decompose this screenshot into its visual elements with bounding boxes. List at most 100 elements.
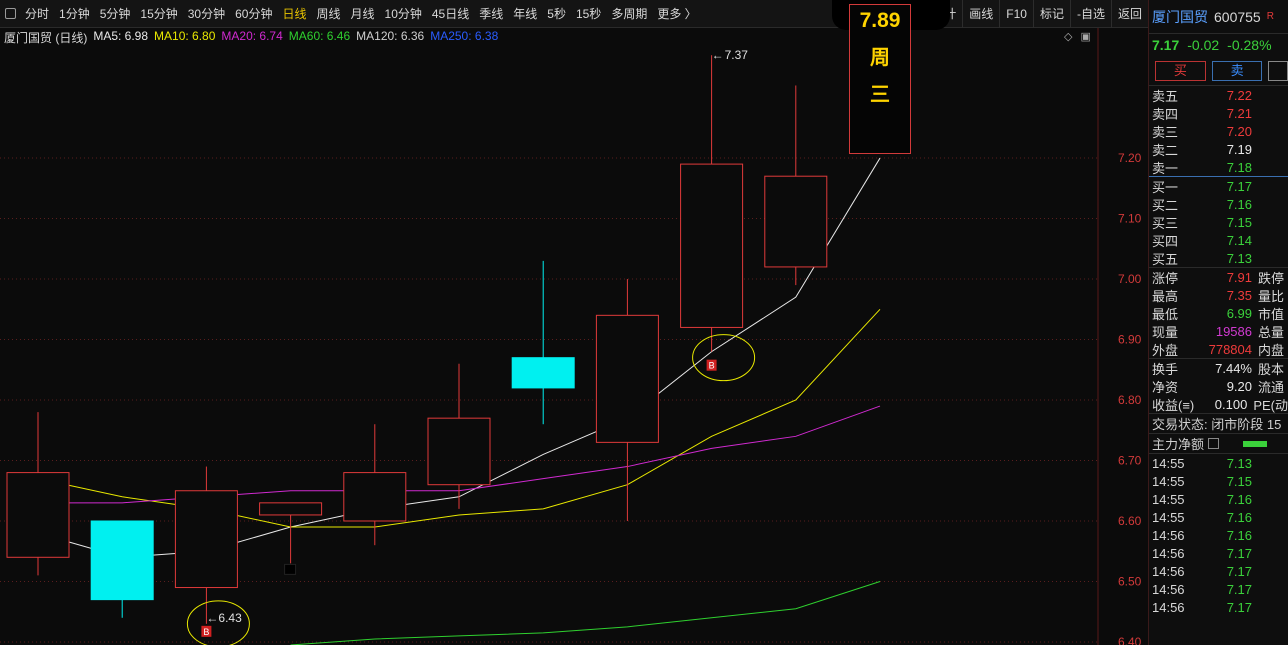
period-tab[interactable]: 更多 〉	[652, 5, 701, 22]
period-tab[interactable]: 5秒	[542, 5, 571, 22]
candle-body	[764, 175, 828, 268]
candle-body	[595, 314, 659, 443]
row-extra-label: 跌停	[1258, 270, 1285, 286]
period-tab[interactable]: 分时	[20, 5, 54, 22]
tick-time: 14:56	[1152, 545, 1185, 561]
row-label: 卖三	[1152, 124, 1179, 140]
period-tab[interactable]: 日线	[277, 5, 311, 22]
period-tab[interactable]: 60分钟	[230, 5, 277, 22]
tick-row: 14:56 7.16	[1149, 526, 1288, 544]
quote-row: 外盘 778804 内盘	[1149, 340, 1288, 358]
tick-time: 14:55	[1152, 509, 1185, 525]
period-tab[interactable]: 季线	[474, 5, 508, 22]
tick-row: 14:55 7.16	[1149, 490, 1288, 508]
quote-row: 买三 7.15	[1149, 213, 1288, 231]
row-extra-label: 量比	[1258, 288, 1285, 304]
row-label: 买二	[1152, 197, 1179, 213]
stock-name[interactable]: 厦门国贸	[1152, 7, 1208, 27]
kline-chart[interactable]: 7.207.107.006.906.806.706.606.506.40B← 6.…	[0, 28, 1148, 645]
candle-body	[6, 472, 70, 558]
period-tab[interactable]: 10分钟	[380, 5, 427, 22]
tool-button[interactable]: 画线	[962, 0, 999, 28]
y-tick-label: 7.10	[1118, 212, 1142, 226]
candle-body	[343, 472, 407, 522]
row-value: 7.16	[1226, 196, 1252, 212]
quote-row: 卖一 7.18	[1149, 158, 1288, 176]
period-tab[interactable]: 15分钟	[135, 5, 182, 22]
row-extra-label: 股本	[1258, 361, 1285, 377]
sell-button[interactable]: 卖	[1211, 60, 1263, 81]
tick-list: 14:55 7.13 14:55 7.15 14:55 7.16 14:55 7.16 14:5…	[1149, 454, 1288, 616]
tool-button[interactable]: 标记	[1032, 0, 1070, 28]
row-value: 0.100	[1214, 396, 1248, 412]
low-point-value: 6.43	[218, 611, 242, 625]
row-extra-label: 市值	[1258, 306, 1285, 322]
row-label: 卖五	[1152, 88, 1179, 104]
tick-row: 14:55 7.16	[1149, 508, 1288, 526]
row-value: 7.19	[1226, 141, 1252, 157]
tick-price: 7.17	[1226, 545, 1252, 561]
row-value: 7.44%	[1215, 360, 1252, 376]
quote-row: 净资 9.20 流通	[1149, 377, 1288, 395]
period-tab[interactable]: 年线	[508, 5, 542, 22]
tool-button[interactable]: F10	[999, 0, 1033, 28]
price-change-pct: -0.28%	[1227, 37, 1272, 53]
quote-row: 收益(≡) 0.100 PE(动	[1149, 395, 1288, 413]
tool-button[interactable]: -自选	[1069, 0, 1111, 28]
row-value: 7.18	[1226, 159, 1252, 175]
period-tab[interactable]: 周线	[311, 5, 345, 22]
period-tab[interactable]: 45日线	[427, 5, 474, 22]
period-tab[interactable]: 30分钟	[183, 5, 230, 22]
tick-price: 7.16	[1226, 491, 1252, 507]
stock-flag: R	[1266, 11, 1274, 22]
tick-price: 7.13	[1226, 455, 1252, 471]
tick-row: 14:56 7.17	[1149, 544, 1288, 562]
y-tick-label: 6.80	[1118, 393, 1142, 407]
price-tag: 7.89 周 三	[849, 4, 911, 154]
tick-time: 14:56	[1152, 599, 1185, 615]
row-value: 7.35	[1226, 287, 1252, 303]
row-label: 最低	[1152, 306, 1179, 322]
tick-row: 14:56 7.17	[1149, 580, 1288, 598]
row-value: 7.20	[1226, 123, 1252, 139]
period-tab[interactable]: 5分钟	[95, 5, 136, 22]
tick-price: 7.17	[1226, 599, 1252, 615]
tick-time: 14:56	[1152, 527, 1185, 543]
ask-book: 卖五 7.22 卖四 7.21 卖三 7.20 卖二 7.19 卖一 7.18	[1149, 86, 1288, 177]
list-icon[interactable]	[1208, 438, 1220, 449]
period-tab[interactable]: 15秒	[571, 5, 606, 22]
tick-price: 7.17	[1226, 563, 1252, 579]
bid-book: 买一 7.17 买二 7.16 买三 7.15 买四 7.14 买五 7.13	[1149, 177, 1288, 268]
quote-row: 最低 6.99 市值	[1149, 304, 1288, 322]
row-value: 7.14	[1226, 232, 1252, 248]
tool-button[interactable]: 返回	[1110, 0, 1148, 28]
row-value: 7.91	[1226, 269, 1252, 285]
period-tab[interactable]: 多周期	[606, 5, 652, 22]
quote-row: 买五 7.13	[1149, 249, 1288, 267]
row-label: 买四	[1152, 233, 1179, 249]
sidebar-toggle-icon[interactable]	[0, 0, 20, 28]
quote-row: 现量 19586 总量	[1149, 322, 1288, 340]
quote-row: 最高 7.35 量比	[1149, 286, 1288, 304]
main-flow-bar	[1243, 440, 1268, 447]
tick-time: 14:56	[1152, 581, 1185, 597]
candle-body	[90, 520, 154, 601]
y-tick-label: 7.00	[1118, 272, 1142, 286]
period-tab[interactable]: 月线	[346, 5, 380, 22]
tick-price: 7.16	[1226, 527, 1252, 543]
row-value: 19586	[1215, 323, 1252, 339]
tick-price: 7.16	[1226, 509, 1252, 525]
row-label: 换手	[1152, 361, 1179, 377]
row-value: 7.15	[1226, 214, 1252, 230]
y-tick-label: 6.40	[1118, 635, 1142, 645]
tick-row: 14:55 7.13	[1149, 454, 1288, 472]
quote-row: 买一 7.17	[1149, 177, 1288, 195]
period-tab[interactable]: 1分钟	[54, 5, 95, 22]
row-label: 净资	[1152, 379, 1179, 395]
row-value: 7.22	[1226, 87, 1252, 103]
more-trade-button[interactable]	[1268, 60, 1288, 81]
row-extra-label: 流通	[1258, 379, 1285, 395]
quote-row: 换手 7.44% 股本	[1149, 359, 1288, 377]
candle-body	[259, 502, 323, 516]
buy-button[interactable]: 买	[1155, 60, 1206, 81]
